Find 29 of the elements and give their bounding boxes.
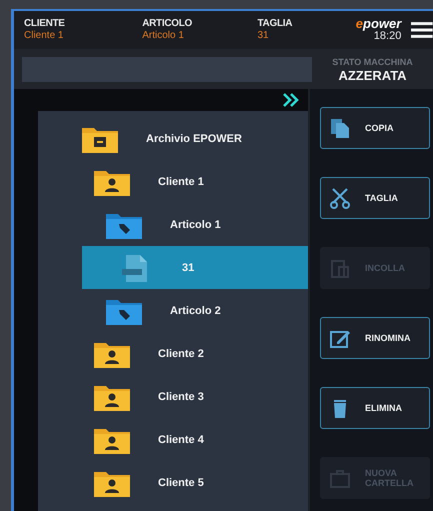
field-value: Cliente 1 [24,30,64,42]
scissors-icon [329,187,351,209]
action-button[interactable]: COPIA [320,107,430,149]
state-label: STATO MACCHINA [332,56,413,69]
tree-item[interactable]: Cliente 5 [38,461,308,504]
tree-item[interactable]: Articolo 2 [38,289,308,332]
tree-item[interactable]: Cliente 1 [38,160,308,203]
double-chevron-icon[interactable] [282,93,300,107]
tree-item[interactable]: Archivio EPOWER [38,117,308,160]
tree-item[interactable]: Cliente 2 [38,332,308,375]
logo: epower [356,18,402,30]
copy-icon [329,117,351,139]
field-label: ARTICOLO [142,18,194,30]
input-field[interactable] [22,56,312,82]
clipboard-icon [329,257,351,279]
field-value: 31 [257,30,270,42]
action-button[interactable]: TAGLIA [320,177,430,219]
action-button[interactable]: RINOMINA [320,317,430,359]
briefcase-icon [329,467,351,489]
field-value: Articolo 1 [142,30,185,42]
field-label: CLIENTE [24,18,66,30]
clock-time: 18:20 [374,30,402,42]
state-value: AZZERATA [338,69,407,83]
menu-icon[interactable] [411,22,433,38]
tree-item[interactable]: Cliente 4 [38,418,308,461]
tree-item[interactable]: Cliente 3 [38,375,308,418]
field-label: TAGLIA [257,18,294,30]
action-button[interactable]: ELIMINA [320,387,430,429]
tree-item[interactable]: Articolo 1 [38,203,308,246]
